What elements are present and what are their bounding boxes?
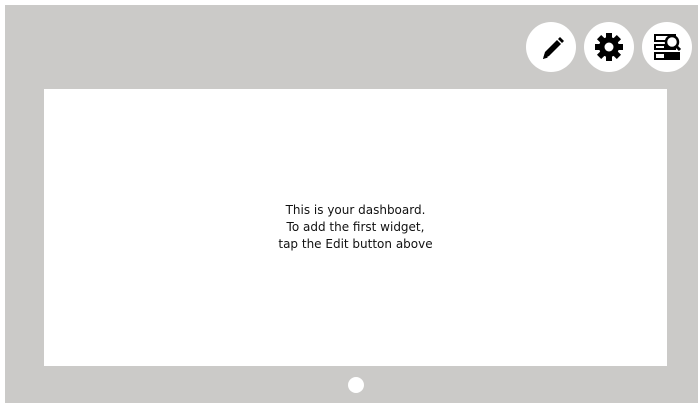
settings-button[interactable] — [584, 22, 634, 72]
message-line-3: tap the Edit button above — [278, 237, 433, 251]
toolbar — [526, 22, 692, 72]
search-list-icon — [654, 34, 682, 60]
empty-dashboard-message: This is your dashboard. To add the first… — [278, 202, 432, 253]
dashboard-frame: This is your dashboard. To add the first… — [5, 5, 698, 403]
message-line-1: This is your dashboard. — [285, 203, 426, 217]
dashboard-panel: This is your dashboard. To add the first… — [44, 89, 667, 366]
edit-button[interactable] — [526, 22, 576, 72]
message-line-2: To add the first widget, — [286, 220, 425, 234]
gear-icon — [595, 33, 623, 61]
pencil-icon — [543, 37, 564, 59]
page-indicator-dot[interactable] — [348, 377, 364, 393]
inspect-button[interactable] — [642, 22, 692, 72]
